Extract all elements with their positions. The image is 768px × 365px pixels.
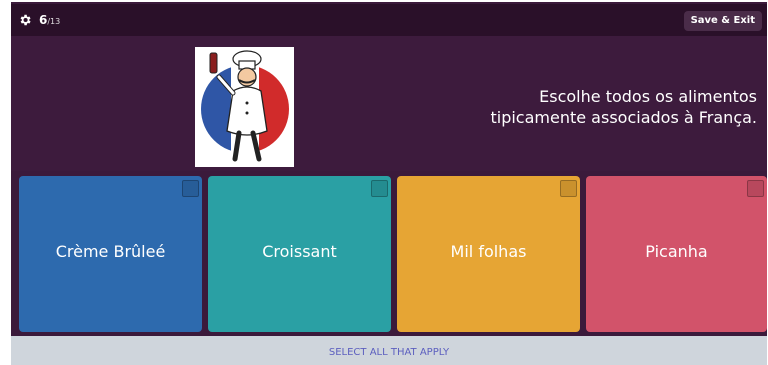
option-creme-brulee[interactable]: Crème Brûleé <box>19 176 202 332</box>
question-total: /13 <box>47 17 61 26</box>
french-chef-icon <box>201 50 289 162</box>
answer-options: Crème Brûleé Croissant Mil folhas Picanh… <box>11 176 767 332</box>
gear-icon[interactable] <box>18 13 32 27</box>
option-label: Mil folhas <box>450 242 527 261</box>
option-checkbox[interactable] <box>560 180 577 197</box>
save-exit-button[interactable]: Save & Exit <box>683 11 762 31</box>
question-area: Escolhe todos os alimentos tipicamente a… <box>11 36 767 171</box>
question-current: 6 <box>39 13 48 27</box>
question-image <box>195 47 294 167</box>
top-bar: 6 /13 Save & Exit <box>11 4 767 36</box>
question-counter: 6 /13 <box>39 13 60 27</box>
option-label: Picanha <box>645 242 708 261</box>
option-checkbox[interactable] <box>182 180 199 197</box>
option-croissant[interactable]: Croissant <box>208 176 391 332</box>
option-checkbox[interactable] <box>371 180 388 197</box>
quiz-frame: 6 /13 Save & Exit Escolhe todos os alime… <box>11 2 767 365</box>
option-label: Crème Brûleé <box>55 242 166 261</box>
question-text: Escolhe todos os alimentos tipicamente a… <box>490 87 757 127</box>
select-all-hint: SELECT ALL THAT APPLY <box>328 347 450 358</box>
footer-bar: SELECT ALL THAT APPLY <box>11 336 767 365</box>
option-checkbox[interactable] <box>747 180 764 197</box>
option-picanha[interactable]: Picanha <box>586 176 767 332</box>
option-mil-folhas[interactable]: Mil folhas <box>397 176 580 332</box>
option-label: Croissant <box>262 242 337 261</box>
